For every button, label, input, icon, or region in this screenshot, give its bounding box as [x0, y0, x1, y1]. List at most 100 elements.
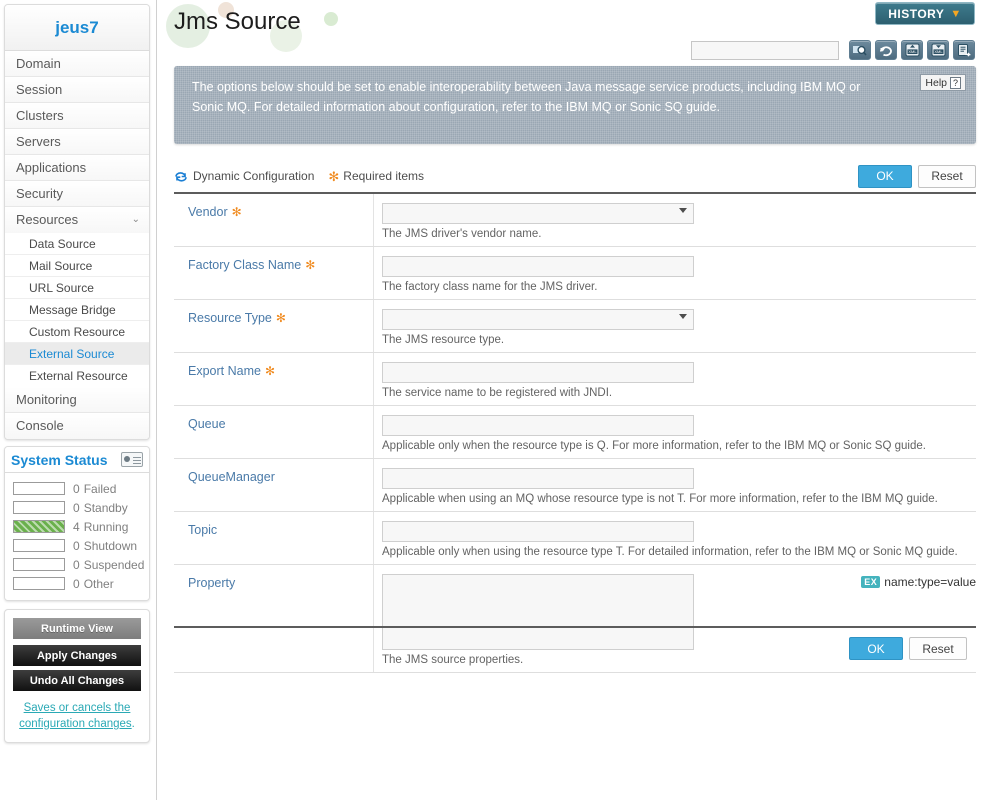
status-row: 0 Shutdown — [5, 536, 149, 555]
topic-input[interactable] — [382, 521, 694, 542]
form-control-cell: The service name to be registered with J… — [374, 353, 976, 405]
form-label-cell: Property — [174, 565, 374, 672]
ok-button-top[interactable]: OK — [858, 164, 912, 188]
status-bar-fill — [14, 521, 64, 532]
form-control-cell: Applicable when using an MQ whose resour… — [374, 459, 976, 511]
status-row: 0 Failed — [5, 479, 149, 498]
sidebar-item-session[interactable]: Session — [5, 77, 149, 103]
status-bar — [13, 577, 65, 590]
sidebar-nav-list: Domain Session Clusters Servers Applications… — [5, 51, 149, 233]
system-status-body: 0 Failed 0 Standby 4 Running 0 Shutdown 0 Suspend… — [5, 473, 149, 600]
form-row-vendor: Vendor ✻ The JMS driver's vendor name. — [174, 194, 976, 247]
sidebar-item-servers[interactable]: Servers — [5, 129, 149, 155]
sidebar-subitem-external-resource[interactable]: External Resource — [5, 365, 149, 387]
form-control-cell: Applicable only when the resource type i… — [374, 406, 976, 458]
status-label: 4 Running — [73, 520, 128, 534]
form-label-cell: Export Name ✻ — [174, 353, 374, 405]
status-row: 4 Running — [5, 517, 149, 536]
resource-type-select[interactable] — [382, 309, 694, 330]
sidebar-item-security[interactable]: Security — [5, 181, 149, 207]
sidebar-item-clusters[interactable]: Clusters — [5, 103, 149, 129]
export-name-input[interactable] — [382, 362, 694, 383]
form-label-cell: Factory Class Name ✻ — [174, 247, 374, 299]
runtime-view-button[interactable]: Runtime View — [13, 618, 141, 639]
sidebar-item-applications[interactable]: Applications — [5, 155, 149, 181]
sidebar-subitem-message-bridge[interactable]: Message Bridge — [5, 299, 149, 321]
sidebar-nav-tail: Monitoring Console — [5, 387, 149, 439]
status-label: 0 Suspended — [73, 558, 144, 572]
refresh-icon[interactable] — [875, 40, 897, 60]
ok-button-bottom[interactable]: OK — [849, 637, 903, 660]
sidebar-subitem-mail-source[interactable]: Mail Source — [5, 255, 149, 277]
chevron-down-icon — [679, 314, 687, 319]
report-export-icon[interactable] — [953, 40, 975, 60]
sidebar-subitem-label: Custom Resource — [29, 325, 126, 339]
svg-text:XML: XML — [934, 49, 943, 54]
legend-required-items: ✻ Required items — [328, 169, 424, 183]
form-field-label: Vendor — [188, 205, 228, 219]
laptop-icon[interactable] — [121, 452, 143, 467]
sidebar-item-console[interactable]: Console — [5, 413, 149, 439]
form-control-cell: The factory class name for the JMS drive… — [374, 247, 976, 299]
sidebar-subitem-label: External Resource — [29, 369, 128, 383]
sidebar-subitem-url-source[interactable]: URL Source — [5, 277, 149, 299]
form-label-cell: Queue — [174, 406, 374, 458]
status-count: 0 — [73, 481, 80, 496]
form-label-cell: QueueManager — [174, 459, 374, 511]
form-bottom-rule — [174, 626, 976, 628]
sidebar-item-label: Clusters — [16, 108, 64, 123]
form-control-cell: Applicable only when using the resource … — [374, 512, 976, 564]
search-icon[interactable] — [849, 40, 871, 60]
xml-import-icon[interactable]: XML — [901, 40, 923, 60]
jms-source-form: Vendor ✻ The JMS driver's vendor name. Fact… — [174, 192, 976, 673]
sidebar-item-label: Security — [16, 186, 63, 201]
system-status-card: System Status 0 Failed 0 Standby 4 Running 0 Sh… — [4, 446, 150, 601]
info-banner: The options below should be set to enabl… — [174, 66, 976, 144]
sidebar-subnav-list: Data Source Mail Source URL Source Message … — [5, 233, 149, 387]
sidebar-item-label: Resources — [16, 212, 79, 227]
page-root: jeus7 Domain Session Clusters Servers Applic… — [0, 0, 983, 800]
xml-export-icon[interactable]: XML — [927, 40, 949, 60]
sidebar-subitem-data-source[interactable]: Data Source — [5, 233, 149, 255]
sidebar-item-label: Servers — [16, 134, 61, 149]
form-row-queue: Queue Applicable only when the resource t… — [174, 406, 976, 459]
queuemanager-input[interactable] — [382, 468, 694, 489]
reset-button-top[interactable]: Reset — [918, 164, 976, 188]
status-count: 4 — [73, 519, 80, 534]
required-asterisk-icon: ✻ — [264, 364, 276, 378]
form-row-factory-class-name: Factory Class Name ✻ The factory class nam… — [174, 247, 976, 300]
form-field-label: Property — [188, 576, 236, 590]
form-field-hint: Applicable only when the resource type i… — [382, 440, 926, 452]
sidebar-subitem-external-source[interactable]: External Source — [5, 343, 149, 365]
toolbar: XML XML — [691, 40, 975, 60]
sidebar-item-resources[interactable]: Resources ⌄ — [5, 207, 149, 233]
status-bar — [13, 558, 65, 571]
vendor-select[interactable] — [382, 203, 694, 224]
sidebar-subitem-custom-resource[interactable]: Custom Resource — [5, 321, 149, 343]
history-button[interactable]: HISTORY ▼ — [875, 2, 975, 25]
apply-changes-button[interactable]: Apply Changes — [13, 645, 141, 666]
sidebar-item-label: Domain — [16, 56, 61, 71]
system-status-header: System Status — [5, 447, 149, 473]
status-row: 0 Standby — [5, 498, 149, 517]
form-label-cell: Topic — [174, 512, 374, 564]
queue-input[interactable] — [382, 415, 694, 436]
example-hint: EX name:type=value — [861, 575, 976, 589]
status-label: 0 Failed — [73, 482, 116, 496]
help-button[interactable]: Help ? — [920, 74, 966, 91]
undo-all-changes-button[interactable]: Undo All Changes — [13, 670, 141, 691]
search-input[interactable] — [691, 40, 839, 60]
property-textarea[interactable] — [382, 574, 694, 650]
form-label-cell: Resource Type ✻ — [174, 300, 374, 352]
status-name: Failed — [83, 481, 117, 496]
factory-class-name-input[interactable] — [382, 256, 694, 277]
status-count: 0 — [73, 500, 80, 515]
save-note-link[interactable]: Saves or cancels the configuration chang… — [19, 702, 132, 730]
sidebar-item-domain[interactable]: Domain — [5, 51, 149, 77]
form-field-label: Resource Type — [188, 311, 272, 325]
sidebar-nav-card: jeus7 Domain Session Clusters Servers Applic… — [4, 4, 150, 440]
sidebar-item-label: Console — [16, 418, 64, 433]
reset-button-bottom[interactable]: Reset — [909, 637, 967, 660]
save-note-tail: . — [131, 718, 135, 730]
sidebar-item-monitoring[interactable]: Monitoring — [5, 387, 149, 413]
